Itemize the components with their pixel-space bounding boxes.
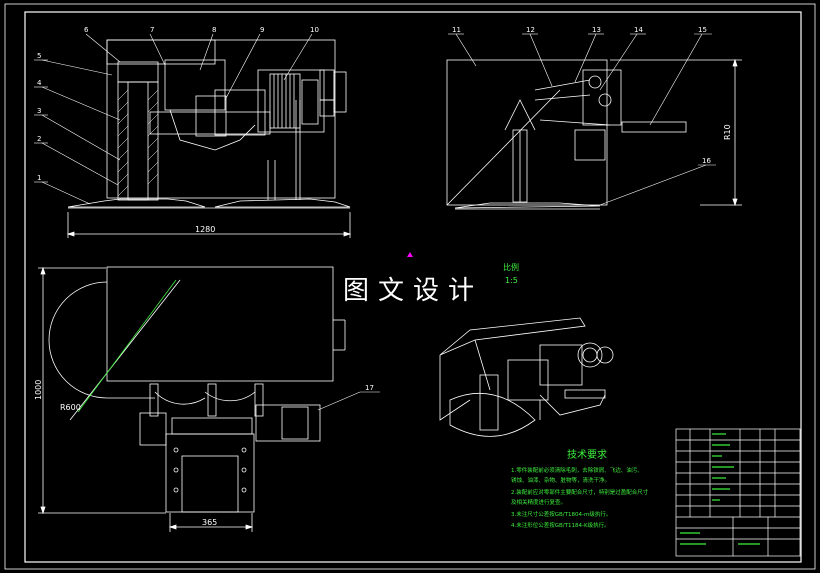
part-number: 12 <box>526 26 535 34</box>
title-block-green <box>680 433 760 545</box>
part-number: 2 <box>37 135 41 143</box>
part-number: 17 <box>365 384 374 392</box>
center-marker <box>407 252 413 257</box>
part-number: 10 <box>310 26 319 34</box>
front-part-numbers: 1 2 3 4 5 6 7 8 9 10 <box>37 26 319 182</box>
part-number: 3 <box>37 107 41 115</box>
part-number: 11 <box>452 26 461 34</box>
dimension-front-width: 1280 <box>195 225 215 234</box>
top-view <box>38 266 346 532</box>
dimension-side-height: R10 <box>723 124 732 140</box>
tech-requirements-title: 技术要求 <box>567 450 607 461</box>
top-leaders <box>317 391 380 411</box>
part-number: 8 <box>212 26 216 34</box>
tech-requirement-line: 锈蚀、油漆、杂物、脏物等，清洗干净。 <box>511 478 611 484</box>
tech-requirement-line: 2.装配前应对零部件主要配合尺寸，特别是过盈配合尺寸 <box>511 490 649 496</box>
part-number: 5 <box>37 52 41 60</box>
side-view <box>446 58 742 210</box>
part-number: 14 <box>634 26 643 34</box>
dimension-top-radius: R600 <box>60 403 81 412</box>
tech-requirement-line: 及相关精度进行复查。 <box>511 500 567 506</box>
watermark: 图文设计 <box>343 276 484 306</box>
part-number: 7 <box>150 26 154 34</box>
isometric-view <box>439 317 614 437</box>
scale-label: 比例 <box>503 263 519 272</box>
part-number: 13 <box>592 26 601 34</box>
part-number: 15 <box>698 26 707 34</box>
dimension-top-width: 365 <box>202 518 217 527</box>
part-number: 6 <box>84 26 89 34</box>
part-number: 1 <box>37 174 41 182</box>
tech-requirement-line: 3.未注尺寸公差按GB/T1804-m级执行。 <box>511 512 612 518</box>
shaft-hatch <box>117 89 159 197</box>
top-dims-green <box>77 279 177 413</box>
part-number: 9 <box>260 26 264 34</box>
front-view <box>66 39 352 238</box>
tech-requirement-line: 4.未注形位公差按GB/T1184-K级执行。 <box>511 523 610 529</box>
dimension-top-height: 1000 <box>34 380 43 400</box>
title-block <box>675 428 801 557</box>
part-number: 4 <box>37 79 42 87</box>
part-number: 16 <box>702 157 711 165</box>
scale-value: 1:5 <box>505 276 518 285</box>
tech-requirement-line: 1.零件装配前必须清除毛刺，去除铁屑、飞边、油污、 <box>511 468 643 474</box>
